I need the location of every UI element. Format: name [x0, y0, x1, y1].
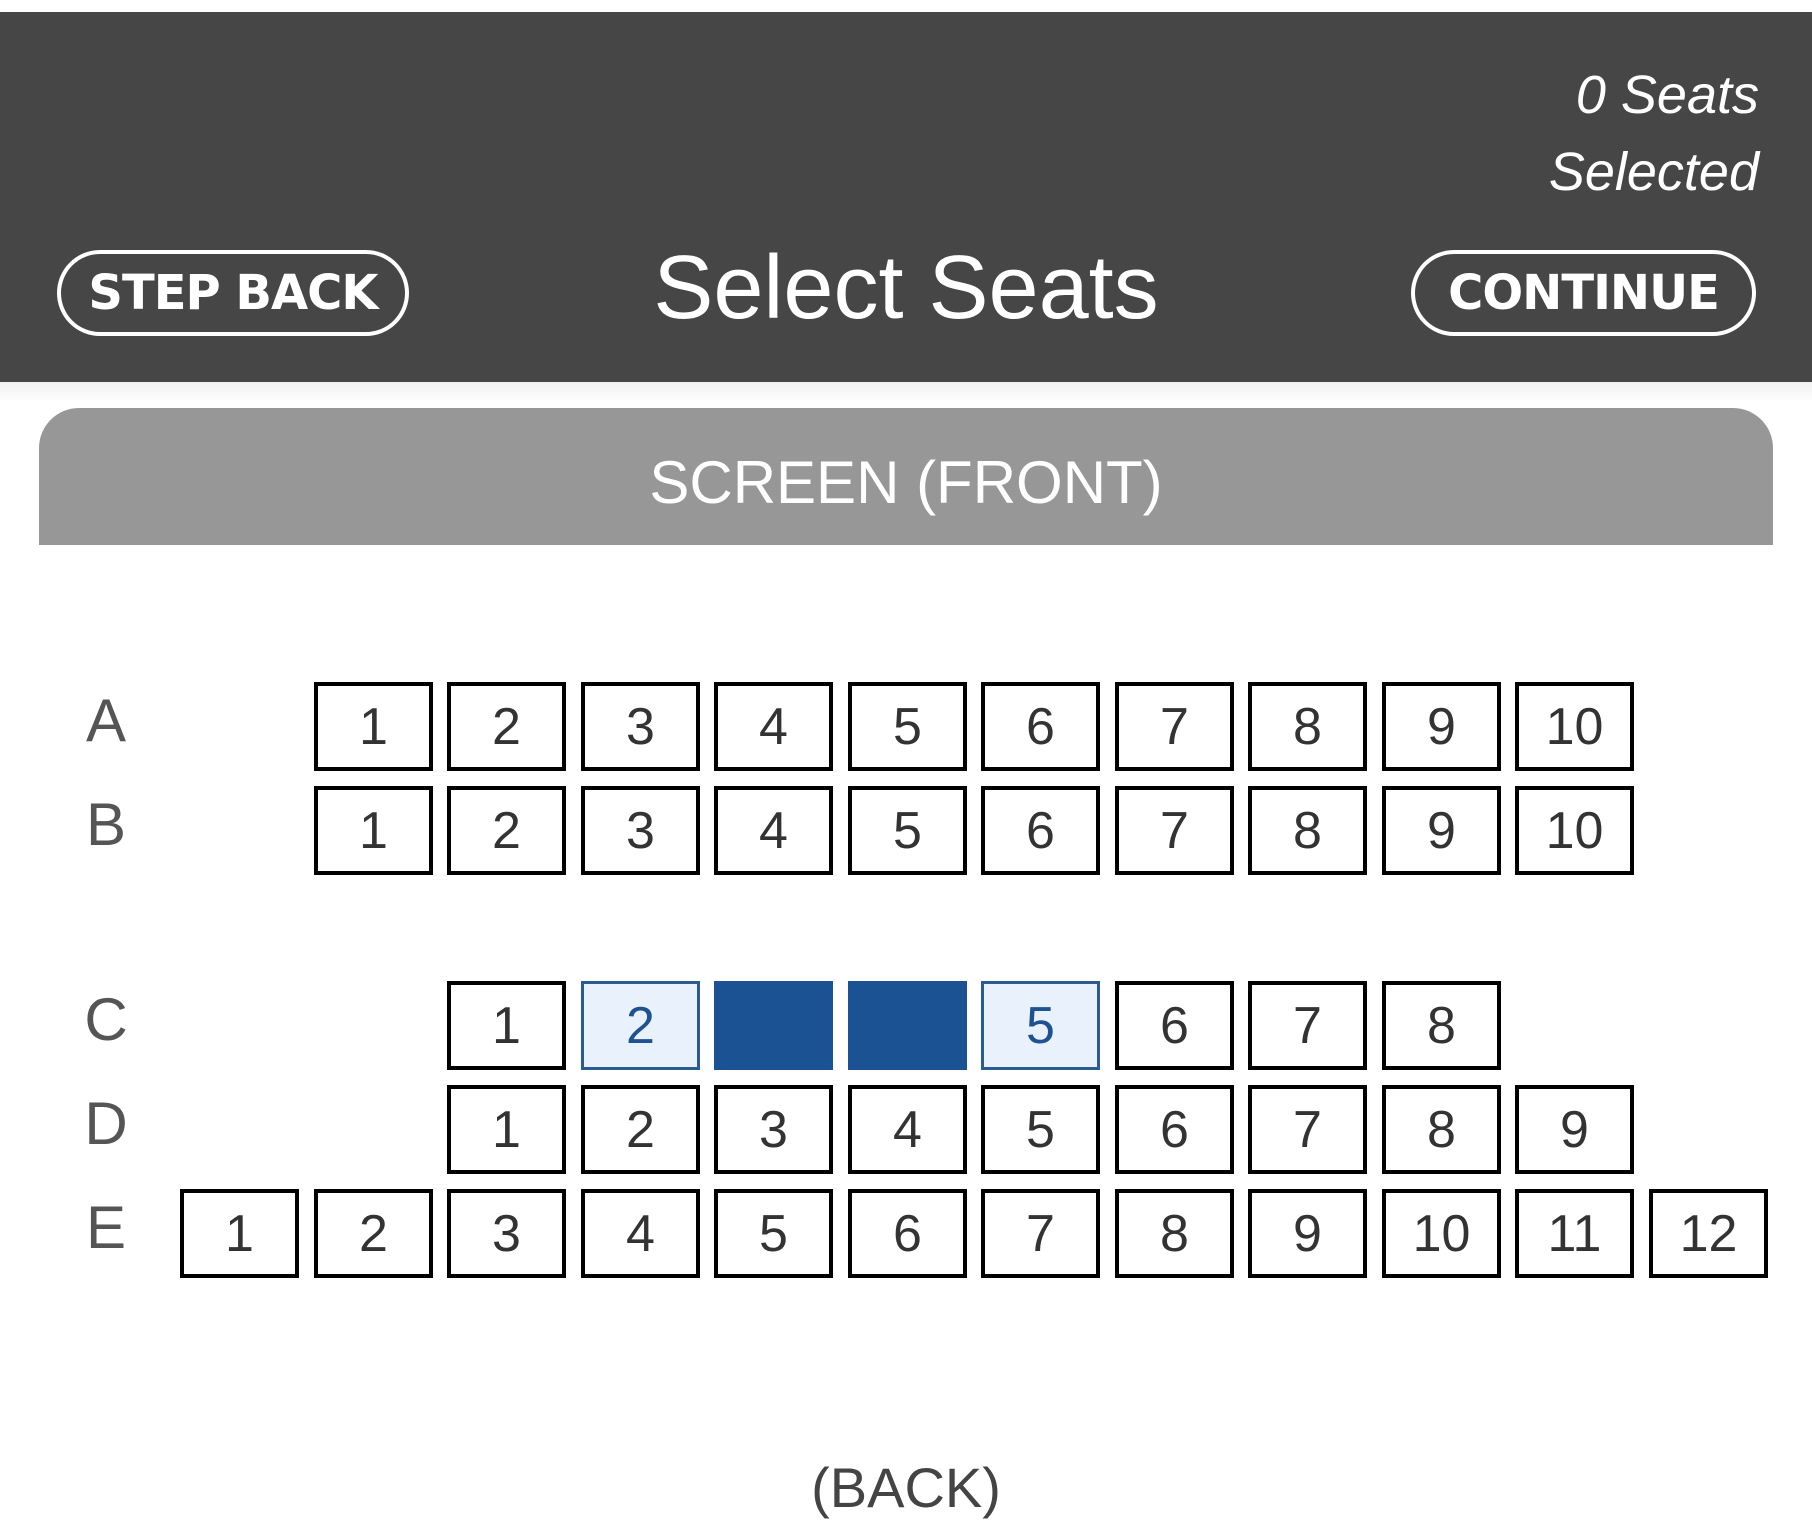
seats-selected-line1: 0 Seats	[1575, 65, 1759, 125]
seat-b1-available[interactable]: 1	[314, 786, 433, 875]
seat-d3-available[interactable]: 3	[714, 1085, 833, 1174]
seat-e7-available[interactable]: 7	[981, 1189, 1100, 1278]
seat-a3-available[interactable]: 3	[581, 682, 700, 771]
seats-selected-count: 0 Seats Selected	[1549, 57, 1759, 211]
seat-d6-available[interactable]: 6	[1115, 1085, 1234, 1174]
seat-d2-available[interactable]: 2	[581, 1085, 700, 1174]
seat-b7-available[interactable]: 7	[1115, 786, 1234, 875]
seat-e9-available[interactable]: 9	[1248, 1189, 1367, 1278]
seat-d9-available[interactable]: 9	[1515, 1085, 1634, 1174]
seat-b4-available[interactable]: 4	[714, 786, 833, 875]
seat-d4-available[interactable]: 4	[848, 1085, 967, 1174]
step-back-button[interactable]: STEP BACK	[57, 250, 409, 336]
seat-e11-available[interactable]: 11	[1515, 1189, 1634, 1278]
seat-e5-available[interactable]: 5	[714, 1189, 833, 1278]
seat-e2-available[interactable]: 2	[314, 1189, 433, 1278]
seat-c1-available[interactable]: 1	[447, 981, 566, 1070]
seat-c5-selected[interactable]: 5	[981, 981, 1100, 1070]
seat-e8-available[interactable]: 8	[1115, 1189, 1234, 1278]
seat-e10-available[interactable]: 10	[1382, 1189, 1501, 1278]
row-label-a: A	[85, 687, 127, 754]
seat-a2-available[interactable]: 2	[447, 682, 566, 771]
seat-b3-available[interactable]: 3	[581, 786, 700, 875]
seat-e3-available[interactable]: 3	[447, 1189, 566, 1278]
seat-a6-available[interactable]: 6	[981, 682, 1100, 771]
seat-a1-available[interactable]: 1	[314, 682, 433, 771]
seat-a7-available[interactable]: 7	[1115, 682, 1234, 771]
seat-c4-taken: 4	[848, 981, 967, 1070]
seat-e6-available[interactable]: 6	[848, 1189, 967, 1278]
seat-d5-available[interactable]: 5	[981, 1085, 1100, 1174]
seat-a4-available[interactable]: 4	[714, 682, 833, 771]
seat-b10-available[interactable]: 10	[1515, 786, 1634, 875]
screen-front-banner: SCREEN (FRONT)	[39, 408, 1773, 545]
row-label-c: C	[84, 986, 128, 1053]
seat-c3-taken: 3	[714, 981, 833, 1070]
seat-b5-available[interactable]: 5	[848, 786, 967, 875]
row-label-e: E	[85, 1194, 127, 1261]
row-label-d: D	[84, 1090, 128, 1157]
row-label-b: B	[85, 791, 127, 858]
seats-selected-line2: Selected	[1548, 142, 1759, 202]
header-bar: 0 Seats Selected Select Seats STEP BACK …	[0, 12, 1812, 382]
seat-e1-available[interactable]: 1	[180, 1189, 299, 1278]
seat-c8-available[interactable]: 8	[1382, 981, 1501, 1070]
seat-b6-available[interactable]: 6	[981, 786, 1100, 875]
continue-button[interactable]: CONTINUE	[1411, 250, 1756, 336]
seat-b9-available[interactable]: 9	[1382, 786, 1501, 875]
seat-d1-available[interactable]: 1	[447, 1085, 566, 1174]
seat-d7-available[interactable]: 7	[1248, 1085, 1367, 1174]
seat-c6-available[interactable]: 6	[1115, 981, 1234, 1070]
seat-e12-available[interactable]: 12	[1649, 1189, 1768, 1278]
seat-c7-available[interactable]: 7	[1248, 981, 1367, 1070]
back-label: (BACK)	[811, 1456, 1001, 1519]
seat-b2-available[interactable]: 2	[447, 786, 566, 875]
seat-a8-available[interactable]: 8	[1248, 682, 1367, 771]
seat-b8-available[interactable]: 8	[1248, 786, 1367, 875]
seat-c2-selected[interactable]: 2	[581, 981, 700, 1070]
seat-d8-available[interactable]: 8	[1382, 1085, 1501, 1174]
seat-a9-available[interactable]: 9	[1382, 682, 1501, 771]
seat-e4-available[interactable]: 4	[581, 1189, 700, 1278]
seat-a10-available[interactable]: 10	[1515, 682, 1634, 771]
seat-a5-available[interactable]: 5	[848, 682, 967, 771]
header-shadow	[0, 382, 1812, 402]
